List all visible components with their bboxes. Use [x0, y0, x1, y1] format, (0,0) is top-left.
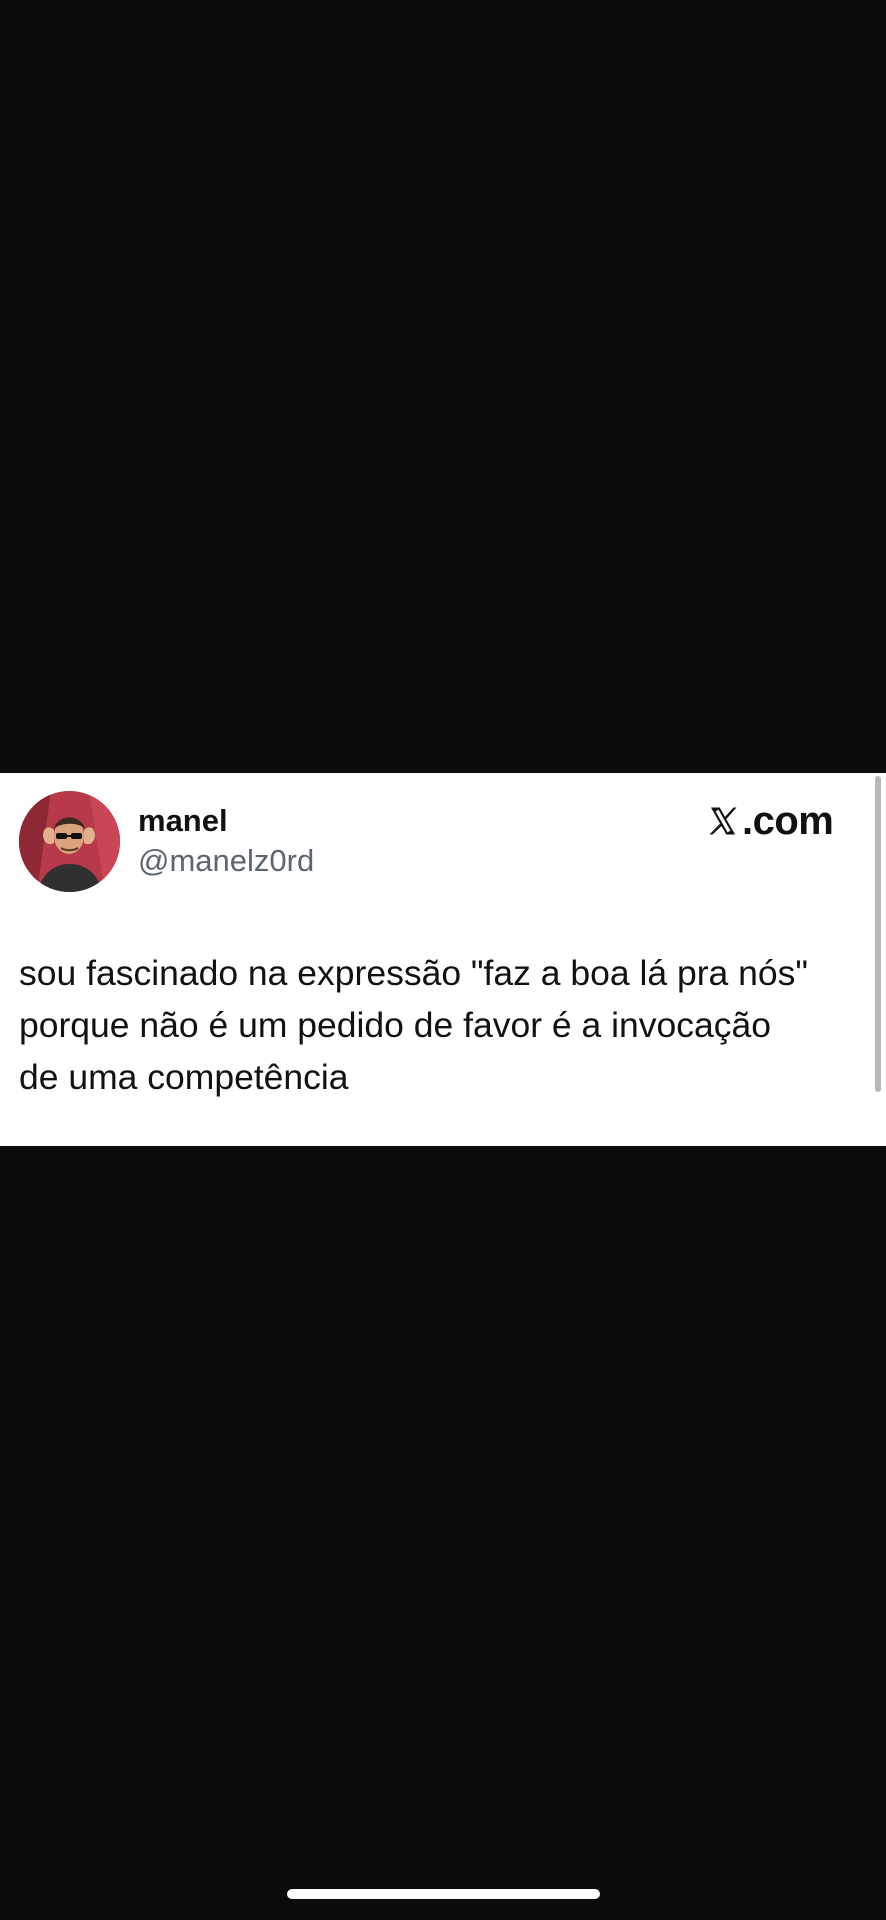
tweet-text-line: sou fascinado na expressão "faz a boa lá… — [19, 953, 808, 993]
tweet-text: sou fascinado na expressão "faz a boa lá… — [19, 947, 869, 1103]
x-com-label: .com — [742, 799, 834, 843]
display-name[interactable]: manel — [138, 803, 228, 839]
screenshot-screen: manel @manelz0rd .com sou fascinado na e… — [0, 0, 886, 1920]
avatar-image — [19, 791, 120, 892]
x-logo-icon — [709, 807, 737, 835]
tweet-text-line: porque não é um pedido de favor é a invo… — [19, 1005, 771, 1045]
user-handle[interactable]: @manelz0rd — [138, 843, 314, 879]
tweet-text-line: de uma competência — [19, 1057, 349, 1097]
scrollbar-thumb[interactable] — [875, 776, 881, 1092]
x-com-link[interactable]: .com — [705, 799, 834, 843]
vertical-scrollbar[interactable] — [875, 773, 882, 1093]
tweet-card[interactable]: manel @manelz0rd .com sou fascinado na e… — [0, 773, 886, 1146]
home-indicator[interactable] — [287, 1889, 600, 1899]
avatar[interactable] — [19, 791, 120, 892]
